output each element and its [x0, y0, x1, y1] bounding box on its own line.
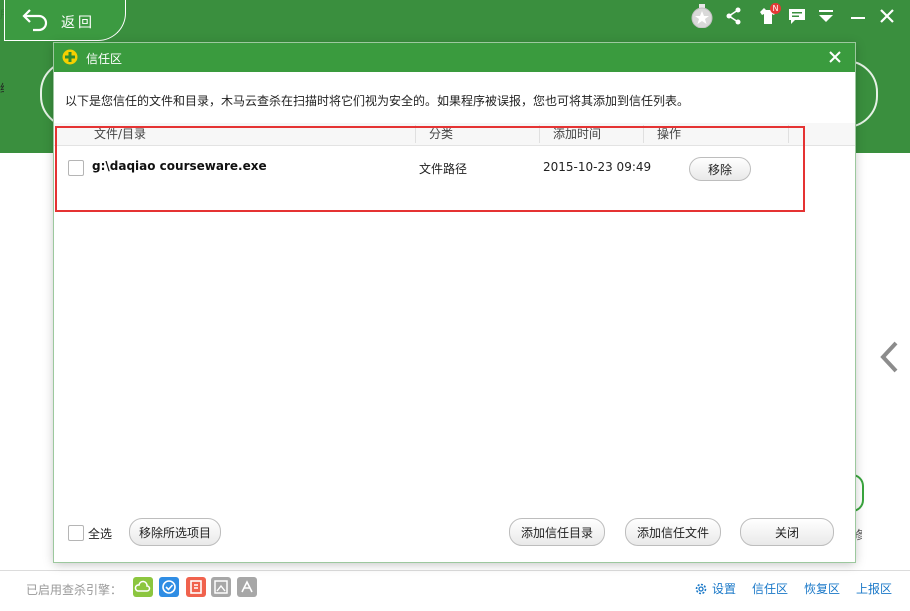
- close-icon[interactable]: [877, 6, 897, 26]
- settings-label: 设置: [711, 582, 736, 596]
- trust-zone-dialog: 信任区 以下是您信任的文件和目录，木马云查杀在扫描时将它们视为安全的。如果程序被…: [54, 43, 855, 562]
- close-button[interactable]: 关闭: [740, 518, 834, 546]
- system-repair-engine-icon[interactable]: [211, 577, 231, 597]
- engines-label: 已启用查杀引擎：: [26, 583, 123, 597]
- dialog-titlebar[interactable]: 信任区: [54, 43, 855, 72]
- dialog-close-icon[interactable]: [826, 48, 844, 66]
- select-all-label[interactable]: 全选: [88, 525, 112, 542]
- dialog-intro-text: 以下是您信任的文件和目录，木马云查杀在扫描时将它们视为安全的。如果程序被误报，您…: [65, 94, 690, 108]
- star-badge-icon[interactable]: [690, 4, 714, 28]
- remove-selected-button[interactable]: 移除所选项目: [129, 518, 221, 546]
- cloud-engine-icon[interactable]: [133, 577, 153, 597]
- select-all-checkbox[interactable]: [68, 525, 84, 541]
- trust-zone-link[interactable]: 信任区: [752, 580, 788, 597]
- chevron-left-icon[interactable]: [878, 340, 900, 374]
- add-trusted-directory-button[interactable]: 添加信任目录: [509, 518, 605, 546]
- add-trusted-file-button[interactable]: 添加信任文件: [625, 518, 721, 546]
- gear-icon: [695, 583, 707, 594]
- feedback-icon[interactable]: [787, 6, 807, 26]
- qvm-engine-icon[interactable]: [159, 577, 179, 597]
- bitdefender-engine-icon[interactable]: [186, 577, 206, 597]
- back-label: 返回: [61, 15, 95, 31]
- annotation-highlight-box: [55, 126, 805, 212]
- restore-zone-link[interactable]: 恢复区: [804, 580, 840, 597]
- report-zone-link[interactable]: 上报区: [856, 580, 892, 597]
- new-badge: N: [770, 3, 781, 14]
- minimize-icon[interactable]: [848, 6, 868, 26]
- back-button[interactable]: 返回: [4, 0, 126, 41]
- footer-links: 设置 信任区 恢复区 上报区: [694, 580, 892, 597]
- avira-engine-icon[interactable]: [237, 577, 257, 597]
- share-icon[interactable]: [724, 6, 744, 26]
- footer-bar: 已启用查杀引擎： 设置 信任区 恢复区 上报区: [0, 570, 910, 611]
- menu-icon[interactable]: [816, 6, 836, 26]
- back-arrow-icon: [22, 9, 48, 32]
- left-edge-text-2: 绩: [0, 80, 4, 96]
- shield-plus-logo-icon: [62, 49, 78, 65]
- dialog-title: 信任区: [86, 52, 123, 66]
- settings-link[interactable]: 设置: [694, 580, 736, 597]
